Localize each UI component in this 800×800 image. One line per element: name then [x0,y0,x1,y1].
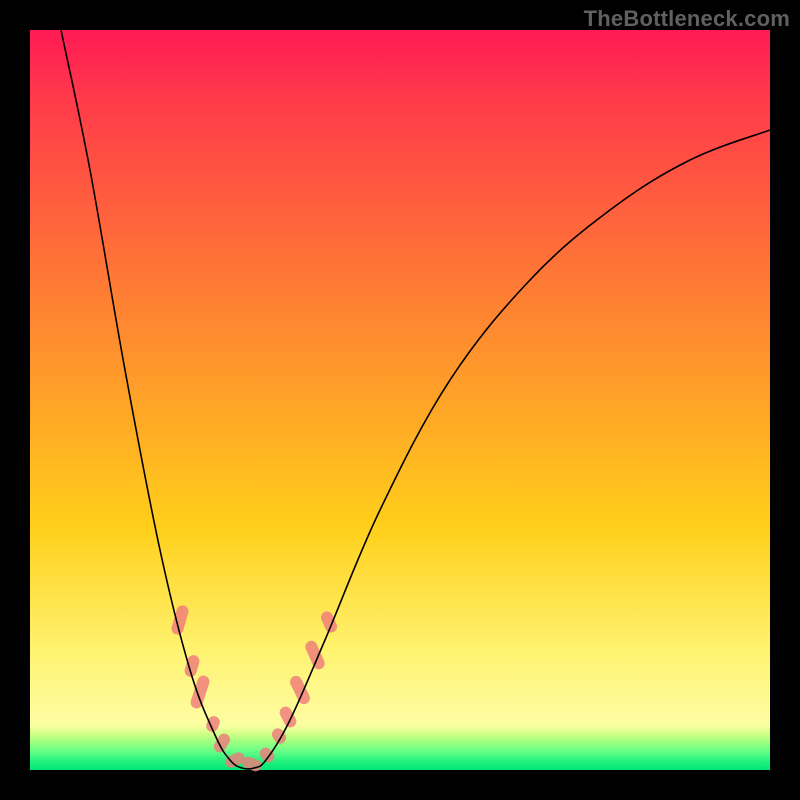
watermark-label: TheBottleneck.com [584,6,790,32]
curve-svg [30,30,770,770]
bottleneck-curve [61,30,770,769]
plot-area [30,30,770,770]
chart-root: TheBottleneck.com [0,0,800,800]
